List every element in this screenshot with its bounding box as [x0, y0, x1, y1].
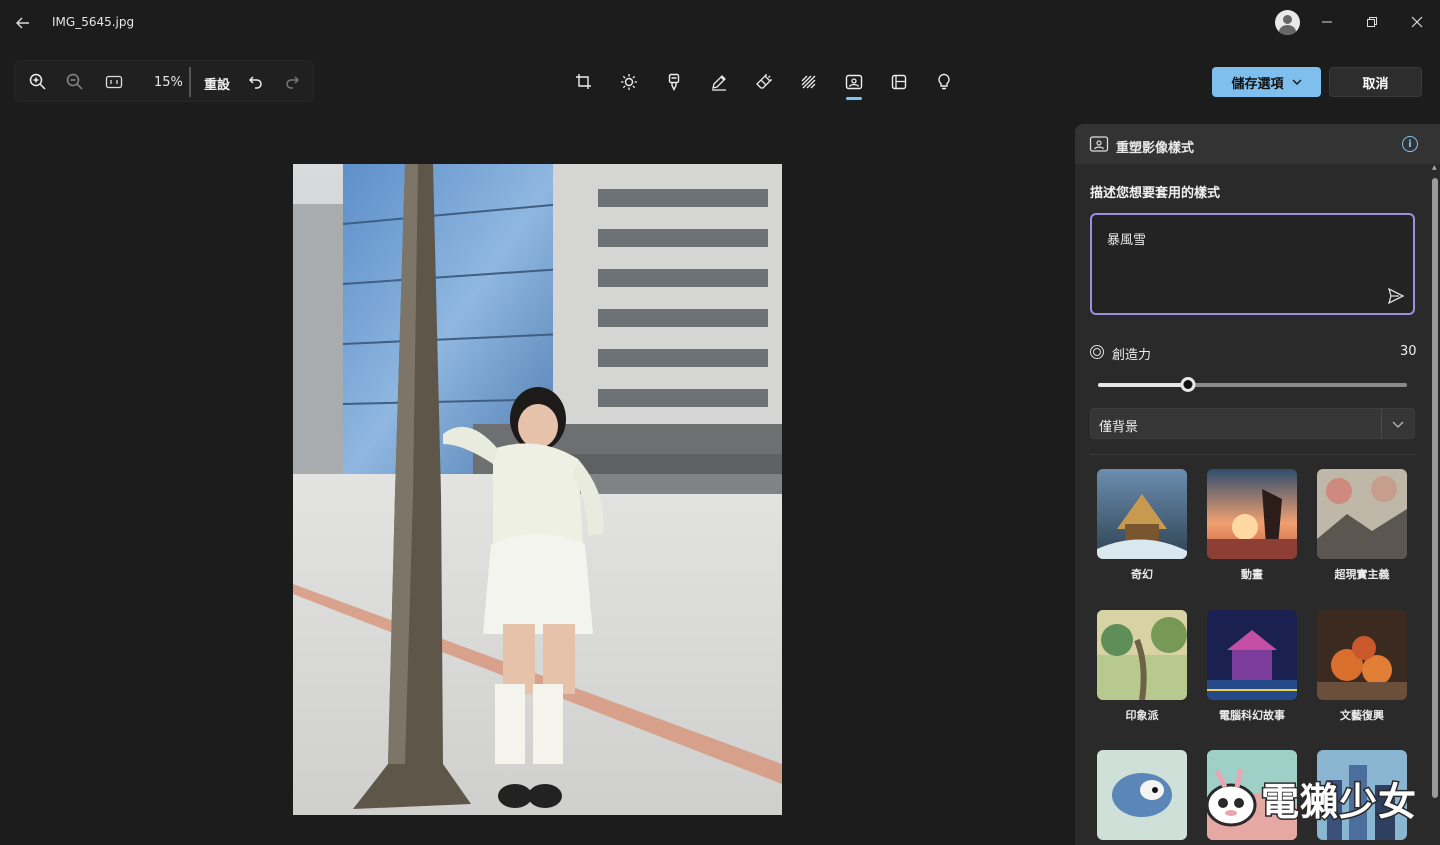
chevron-down-icon [1292, 79, 1301, 85]
restore-icon[interactable] [1362, 12, 1382, 32]
restyle-panel: 重塑影像樣式 i 描述您想要套用的樣式 暴風雪 創造力 30 僅背景 奇幻 動畫 [1075, 124, 1440, 845]
otter-logo-icon [1205, 768, 1257, 827]
scroll-up-icon[interactable]: ▲ [1432, 164, 1438, 172]
file-name: IMG_5645.jpg [52, 15, 135, 29]
avatar-icon[interactable] [1275, 10, 1300, 35]
lightbulb-icon[interactable] [933, 71, 955, 93]
style-thumb-renaissance[interactable] [1317, 610, 1407, 700]
restyle-icon[interactable] [843, 71, 865, 93]
style-label: 印象派 [1125, 709, 1159, 722]
scrollbar-thumb[interactable] [1432, 178, 1438, 798]
save-options-label: 儲存選項 [1231, 76, 1284, 92]
title-bar: IMG_5645.jpg [0, 0, 1440, 46]
style-label: 電腦科幻故事 [1219, 709, 1285, 722]
photo-canvas[interactable] [293, 164, 782, 815]
style-label: 文藝復興 [1340, 709, 1384, 722]
watermark: 電獺少女 [1203, 763, 1428, 831]
style-thumb-surrealism[interactable] [1317, 469, 1407, 559]
style-gallery: 奇幻 動畫 超現實主義 印象派 電腦科幻故事 文藝復興 [1075, 124, 1440, 845]
style-thumb-impressionism[interactable] [1097, 610, 1187, 700]
style-thumb-cyberpunk[interactable] [1207, 610, 1297, 700]
style-thumb-anime[interactable] [1207, 469, 1297, 559]
blur-background-icon[interactable] [798, 71, 820, 93]
style-thumb-bird[interactable] [1097, 750, 1187, 840]
style-label: 超現實主義 [1334, 568, 1390, 581]
filter-icon[interactable] [663, 71, 685, 93]
watermark-text: 電獺少女 [1259, 779, 1418, 826]
style-label: 動畫 [1241, 568, 1263, 581]
markup-icon[interactable] [708, 71, 730, 93]
erase-icon[interactable] [753, 71, 775, 93]
close-icon[interactable] [1407, 12, 1427, 32]
crop-icon[interactable] [573, 71, 595, 93]
cancel-button[interactable]: 取消 [1329, 67, 1422, 97]
active-tool-indicator [846, 97, 862, 100]
panel-scrollbar[interactable]: ▲ [1432, 164, 1438, 804]
adjust-icon[interactable] [618, 71, 640, 93]
back-arrow-icon[interactable] [12, 12, 34, 34]
save-options-button[interactable]: 儲存選項 [1212, 67, 1321, 97]
minimize-icon[interactable] [1317, 12, 1337, 32]
style-label: 奇幻 [1131, 568, 1153, 581]
frame-icon[interactable] [888, 71, 910, 93]
style-thumb-fantasy[interactable] [1097, 469, 1187, 559]
